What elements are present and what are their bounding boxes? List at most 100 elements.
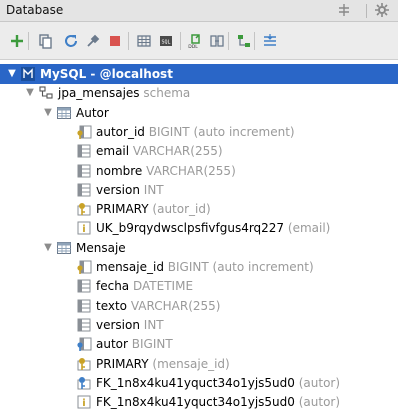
node-name: autor: [96, 337, 128, 352]
tools-icon[interactable]: [85, 33, 101, 49]
stop-icon[interactable]: [107, 33, 123, 49]
toolbar-separator: [228, 32, 229, 50]
key-column-icon: [76, 259, 92, 275]
tree-node-key-column[interactable]: autor_id BIGINT (auto increment): [0, 122, 398, 142]
split-icon[interactable]: [336, 2, 352, 18]
toolbar-separator: [28, 32, 29, 50]
tree-node-column[interactable]: texto VARCHAR(255): [0, 296, 398, 316]
foreign-key-icon: [76, 375, 92, 391]
node-detail: (autor): [298, 375, 341, 390]
tree-node-table[interactable]: ▼ Autor: [0, 103, 398, 123]
toolbar-separator: [254, 32, 255, 50]
index-icon: i: [76, 394, 92, 410]
tree-node-table[interactable]: ▼ Mensaje: [0, 238, 398, 258]
primary-key-icon: [76, 201, 92, 217]
node-detail: VARCHAR(255): [130, 298, 221, 313]
node-label: mensaje_id BIGINT (auto increment): [96, 257, 314, 277]
column-icon: [76, 182, 92, 198]
node-label: nombre VARCHAR(255): [96, 161, 236, 181]
index-icon: i: [76, 220, 92, 236]
diagram-icon[interactable]: [236, 33, 252, 49]
node-name: jpa_mensajes: [58, 86, 140, 101]
node-name: FK_1n8x4ku41yquct34o1yjs5ud0: [96, 375, 295, 390]
svg-text:i: i: [82, 224, 85, 235]
diff-icon[interactable]: [209, 33, 225, 49]
gear-icon[interactable]: [374, 2, 390, 18]
column-icon: [76, 298, 92, 314]
svg-text:DDL: DDL: [188, 44, 198, 49]
node-label: texto VARCHAR(255): [96, 296, 220, 316]
toolbar-separator: [180, 32, 181, 50]
column-icon: [76, 163, 92, 179]
copy-icon[interactable]: [37, 33, 53, 49]
column-icon: [76, 143, 92, 159]
node-label: Autor: [76, 103, 109, 123]
node-detail: schema: [143, 86, 191, 101]
node-detail: (mensaje_id): [152, 356, 230, 371]
node-name: texto: [96, 298, 128, 313]
tree-node-key-column[interactable]: mensaje_id BIGINT (auto increment): [0, 257, 398, 277]
node-name: Mensaje: [76, 240, 126, 255]
tree-node-index[interactable]: i UK_b9rqydwsclpsfivfgus4rq227 (email): [0, 218, 398, 238]
node-name: fecha: [96, 279, 130, 294]
node-name: Autor: [76, 105, 109, 120]
node-detail: (autor_id): [152, 202, 211, 217]
filter-icon[interactable]: [262, 33, 278, 49]
tree-node-primary-key[interactable]: PRIMARY (mensaje_id): [0, 354, 398, 374]
header-divider: [366, 4, 367, 18]
tree-node-column[interactable]: email VARCHAR(255): [0, 141, 398, 161]
tree-node-index[interactable]: i FK_1n8x4ku41yquct34o1yjs5ud0 (autor): [0, 392, 398, 412]
node-label: PRIMARY (autor_id): [96, 199, 211, 219]
expand-arrow-icon[interactable]: ▼: [24, 83, 36, 103]
tree-node-datasource[interactable]: ▼ MySQL - @localhost: [0, 64, 398, 84]
refresh-icon[interactable]: [63, 33, 79, 49]
ddl-icon[interactable]: DDL: [187, 33, 203, 50]
node-name: version: [96, 182, 140, 197]
node-detail: INT: [143, 182, 164, 197]
node-detail: DATETIME: [133, 279, 194, 294]
node-detail: BIGINT (auto increment): [167, 260, 314, 274]
node-detail: BIGINT: [131, 337, 173, 352]
node-label: MySQL - @localhost: [40, 64, 173, 84]
node-name: nombre: [96, 163, 143, 178]
table-icon: [56, 105, 72, 121]
table-view-icon[interactable]: [136, 33, 152, 49]
node-detail: VARCHAR(255): [146, 163, 236, 178]
panel-header: Database: [0, 0, 398, 22]
add-icon[interactable]: [9, 33, 25, 49]
toolbar-separator: [128, 32, 129, 50]
tree-node-schema[interactable]: ▼ jpa_mensajes schema: [0, 83, 398, 103]
node-label: autor BIGINT: [96, 334, 173, 354]
node-label: version INT: [96, 315, 164, 335]
tree-node-primary-key[interactable]: PRIMARY (autor_id): [0, 199, 398, 219]
database-tree[interactable]: ▼ MySQL - @localhost ▼ jpa_mensajes schema ▼…: [0, 61, 398, 412]
datasource-icon: [20, 66, 36, 82]
node-label: fecha DATETIME: [96, 276, 193, 296]
tree-node-column[interactable]: fecha DATETIME: [0, 276, 398, 296]
node-label: jpa_mensajes schema: [58, 83, 190, 103]
svg-text:SQL: SQL: [161, 40, 170, 46]
node-name: version: [96, 317, 140, 332]
node-detail: INT: [143, 317, 164, 332]
node-label: FK_1n8x4ku41yquct34o1yjs5ud0 (autor): [96, 392, 340, 412]
node-name: PRIMARY: [96, 356, 149, 371]
tree-node-column[interactable]: version INT: [0, 180, 398, 200]
expand-arrow-icon[interactable]: ▼: [42, 103, 54, 123]
node-label: Mensaje: [76, 238, 126, 258]
node-label: email VARCHAR(255): [96, 141, 223, 161]
tree-node-column[interactable]: version INT: [0, 315, 398, 335]
toolbar: SQL DDL: [0, 22, 398, 60]
node-detail: (autor): [298, 395, 341, 410]
fk-column-icon: [76, 336, 92, 352]
primary-key-icon: [76, 356, 92, 372]
svg-text:i: i: [82, 398, 85, 409]
console-icon[interactable]: SQL: [158, 33, 174, 49]
node-name: UK_b9rqydwsclpsfivfgus4rq227: [96, 221, 285, 236]
node-detail: VARCHAR(255): [132, 144, 223, 159]
column-icon: [76, 317, 92, 333]
tree-node-fk-column[interactable]: autor BIGINT: [0, 334, 398, 354]
expand-arrow-icon[interactable]: ▼: [6, 64, 18, 84]
tree-node-column[interactable]: nombre VARCHAR(255): [0, 161, 398, 181]
tree-node-foreign-key[interactable]: FK_1n8x4ku41yquct34o1yjs5ud0 (autor): [0, 373, 398, 393]
expand-arrow-icon[interactable]: ▼: [42, 238, 54, 258]
